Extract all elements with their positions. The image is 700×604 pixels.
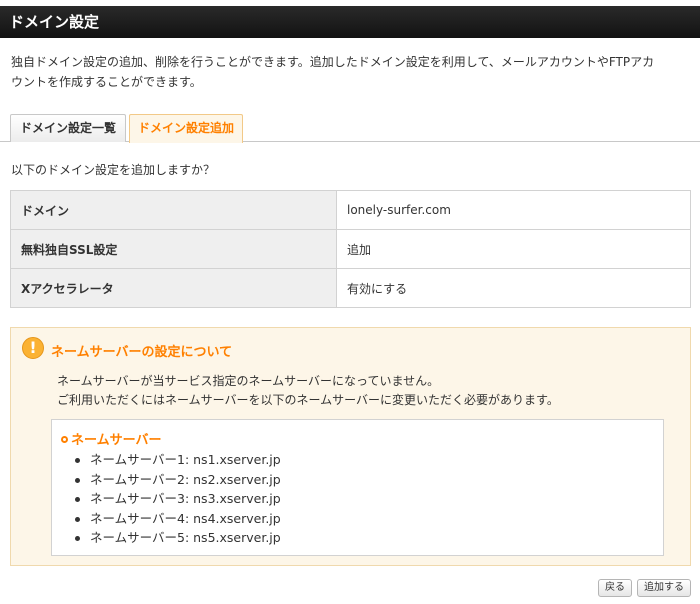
- nameserver-list: ネームサーバー1: ns1.xserver.jp ネームサーバー2: ns2.x…: [74, 450, 281, 548]
- intro-line-2: ウントを作成することができます。: [11, 75, 202, 89]
- nameserver-box: ネームサーバー ネームサーバー1: ns1.xserver.jp ネームサーバー…: [51, 419, 664, 556]
- row-label-ssl: 無料独自SSL設定: [10, 229, 337, 269]
- page-header: ドメイン設定: [0, 6, 700, 38]
- nameserver-title: ネームサーバー: [61, 429, 161, 448]
- list-item: ネームサーバー3: ns3.xserver.jp: [74, 489, 281, 509]
- row-value-accelerator: 有効にする: [336, 268, 691, 308]
- row-value-domain: lonely-surfer.com: [336, 190, 691, 230]
- intro-text: 独自ドメイン設定の追加、削除を行うことができます。追加したドメイン設定を利用して…: [11, 52, 691, 92]
- summary-table: ドメイン lonely-surfer.com 無料独自SSL設定 追加 Xアクセ…: [10, 190, 691, 308]
- row-label-domain: ドメイン: [10, 190, 337, 230]
- tab-domain-list[interactable]: ドメイン設定一覧: [10, 114, 126, 142]
- nameserver-notice: ! ネームサーバーの設定について ネームサーバーが当サービス指定のネームサーバー…: [10, 327, 691, 566]
- add-button[interactable]: 追加する: [637, 579, 691, 597]
- notice-message-line-2: ご利用いただくにはネームサーバーを以下のネームサーバーに変更いただく必要がありま…: [57, 393, 559, 407]
- table-row: Xアクセラレータ 有効にする: [10, 268, 691, 308]
- page-title: ドメイン設定: [9, 13, 100, 31]
- confirm-question: 以下のドメイン設定を追加しますか？: [11, 163, 216, 177]
- intro-line-1: 独自ドメイン設定の追加、削除を行うことができます。追加したドメイン設定を利用して…: [11, 55, 655, 69]
- notice-message-line-1: ネームサーバーが当サービス指定のネームサーバーになっていません。: [57, 374, 440, 388]
- notice-message: ネームサーバーが当サービス指定のネームサーバーになっていません。 ご利用いただく…: [57, 372, 559, 410]
- back-button[interactable]: 戻る: [598, 579, 632, 597]
- table-row: 無料独自SSL設定 追加: [10, 229, 691, 269]
- nameserver-title-text: ネームサーバー: [71, 433, 162, 448]
- circle-bullet-icon: [61, 436, 68, 443]
- row-label-accelerator: Xアクセラレータ: [10, 268, 337, 308]
- list-item: ネームサーバー2: ns2.xserver.jp: [74, 470, 281, 490]
- notice-title: ネームサーバーの設定について: [51, 345, 233, 360]
- tab-bar: ドメイン設定一覧 ドメイン設定追加: [0, 112, 700, 143]
- list-item: ネームサーバー5: ns5.xserver.jp: [74, 528, 281, 548]
- table-row: ドメイン lonely-surfer.com: [10, 190, 691, 230]
- list-item: ネームサーバー1: ns1.xserver.jp: [74, 450, 281, 470]
- list-item: ネームサーバー4: ns4.xserver.jp: [74, 509, 281, 529]
- row-value-ssl: 追加: [336, 229, 691, 269]
- tab-domain-add[interactable]: ドメイン設定追加: [129, 114, 243, 143]
- exclamation-icon: !: [22, 337, 44, 359]
